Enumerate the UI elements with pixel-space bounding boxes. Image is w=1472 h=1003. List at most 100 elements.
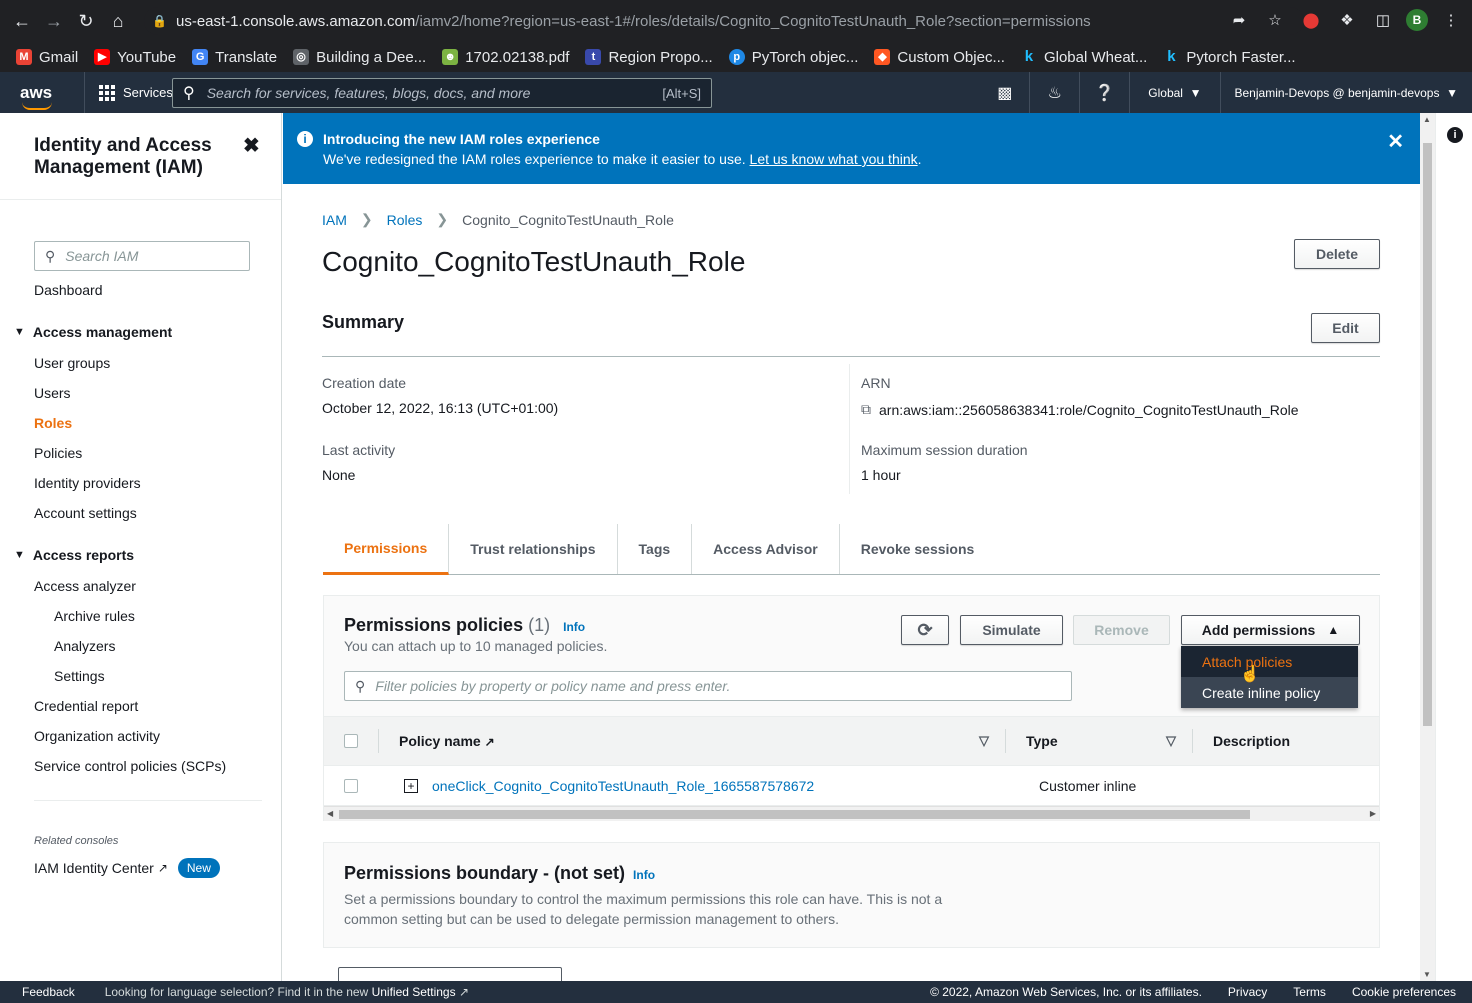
edit-button[interactable]: Edit — [1311, 313, 1380, 343]
close-icon[interactable]: ✖ — [243, 133, 260, 158]
account-menu[interactable]: Benjamin-Devops @ benjamin-devops ▼ — [1221, 86, 1459, 100]
search-iam-input[interactable]: ⚲ Search IAM — [34, 241, 250, 271]
tab-revoke-sessions[interactable]: Revoke sessions — [840, 524, 996, 574]
tab-access-advisor[interactable]: Access Advisor — [692, 524, 840, 574]
bookmark-pytorch-faster[interactable]: k Pytorch Faster... — [1163, 49, 1295, 66]
column-policy-name[interactable]: Policy name ↗ — [399, 733, 979, 749]
tab-trust-relationships[interactable]: Trust relationships — [449, 524, 618, 574]
help-icon[interactable]: ❔ — [1080, 72, 1131, 113]
arn-label: ARN — [861, 375, 891, 391]
policy-filter-input[interactable]: ⚲ Filter policies by property or policy … — [344, 671, 1072, 701]
horizontal-scrollbar[interactable]: ◀ ▶ — [324, 806, 1379, 821]
sidebar-item-identity-providers[interactable]: Identity providers — [34, 475, 141, 491]
bell-icon[interactable]: ♨ — [1030, 72, 1081, 113]
sidebar-item-identity-center[interactable]: IAM Identity Center ↗ New — [34, 858, 220, 878]
sidebar-section-access-reports[interactable]: ▼ Access reports — [14, 547, 134, 563]
bookmark-pdf[interactable]: ☻ 1702.02138.pdf — [442, 49, 569, 66]
puzzle-icon[interactable]: ❖ — [1334, 7, 1360, 33]
sidebar-item-archive-rules[interactable]: Archive rules — [54, 608, 135, 624]
sidebar-item-policies[interactable]: Policies — [34, 445, 82, 461]
sidebar-item-roles[interactable]: Roles — [34, 415, 72, 431]
lock-icon: 🔒 — [152, 14, 167, 28]
info-icon[interactable]: i — [1447, 127, 1463, 143]
extension-red-icon[interactable]: ⬤ — [1298, 7, 1324, 33]
menu-item-attach-policies[interactable]: Attach policies — [1181, 646, 1358, 677]
bookmark-global-wheat[interactable]: k Global Wheat... — [1021, 49, 1148, 66]
share-icon[interactable]: ➦ — [1226, 7, 1252, 33]
simulate-button[interactable]: Simulate — [960, 615, 1063, 645]
home-icon[interactable]: ⌂ — [102, 5, 134, 37]
forward-arrow-icon[interactable]: → — [38, 5, 70, 37]
chevron-right-icon: ❯ — [360, 211, 373, 227]
column-description[interactable]: Description — [1213, 733, 1290, 749]
language-notice: Looking for language selection? Find it … — [104, 985, 470, 999]
tab-tags[interactable]: Tags — [618, 524, 693, 574]
menu-item-create-inline-policy[interactable]: Create inline policy — [1181, 677, 1358, 708]
reload-icon[interactable]: ↻ — [70, 5, 102, 37]
sidebar-item-organization-activity[interactable]: Organization activity — [34, 728, 160, 744]
sidebar-item-access-analyzer[interactable]: Access analyzer — [34, 578, 136, 594]
region-selector[interactable]: Global ▼ — [1130, 72, 1221, 113]
select-all-checkbox[interactable] — [344, 734, 358, 748]
sidebar-section-access-management[interactable]: ▼ Access management — [14, 324, 172, 340]
scrollbar-thumb[interactable] — [339, 810, 1250, 819]
tab-permissions[interactable]: Permissions — [323, 524, 450, 575]
close-icon[interactable]: ✕ — [1387, 129, 1404, 154]
privacy-link[interactable]: Privacy — [1228, 985, 1267, 999]
feedback-link[interactable]: Let us know what you think — [750, 151, 918, 167]
sidebar-item-credential-report[interactable]: Credential report — [34, 698, 138, 714]
scroll-left-icon[interactable]: ◀ — [327, 809, 333, 818]
sidebar-item-analyzers[interactable]: Analyzers — [54, 638, 115, 654]
refresh-button[interactable]: ⟳ — [901, 615, 949, 645]
side-panel-icon[interactable]: ◫ — [1370, 7, 1396, 33]
scroll-right-icon[interactable]: ▶ — [1370, 809, 1376, 818]
bookmark-translate[interactable]: G Translate — [192, 49, 277, 66]
scroll-up-icon[interactable]: ▲ — [1423, 115, 1431, 124]
bookmark-custom-obj[interactable]: ◆ Custom Objec... — [874, 49, 1005, 66]
sort-caret-icon[interactable]: ▽ — [979, 733, 989, 749]
sidebar-item-account-settings[interactable]: Account settings — [34, 505, 137, 521]
sort-caret-icon[interactable]: ▽ — [1166, 733, 1176, 749]
profile-avatar[interactable]: B — [1406, 9, 1428, 31]
star-icon[interactable]: ☆ — [1262, 7, 1288, 33]
sidebar-item-users[interactable]: Users — [34, 385, 71, 401]
expand-icon[interactable]: + — [404, 778, 418, 793]
row-checkbox[interactable] — [344, 778, 358, 793]
bookmark-building[interactable]: ◎ Building a Dee... — [293, 49, 426, 66]
sidebar-item-dashboard[interactable]: Dashboard — [34, 282, 103, 298]
bookmark-gmail[interactable]: M Gmail — [16, 49, 78, 66]
back-arrow-icon[interactable]: ← — [6, 5, 38, 37]
set-permissions-boundary-button[interactable] — [338, 967, 562, 981]
info-link[interactable]: Info — [633, 868, 655, 882]
delete-button[interactable]: Delete — [1294, 239, 1380, 269]
related-consoles-label: Related consoles — [34, 835, 119, 847]
address-bar[interactable]: 🔒 us-east-1.console.aws.amazon.com/iamv2… — [144, 7, 1304, 35]
vertical-scrollbar[interactable]: ▲ ▼ — [1420, 113, 1435, 981]
search-icon: ⚲ — [183, 85, 195, 102]
cloudshell-icon[interactable]: ▩ — [980, 72, 1031, 113]
sidebar-item-scps[interactable]: Service control policies (SCPs) — [34, 758, 226, 774]
add-permissions-button[interactable]: Add permissions ▲ — [1181, 615, 1360, 645]
bookmark-pytorch-obj[interactable]: p PyTorch objec... — [728, 49, 858, 66]
bookmark-youtube[interactable]: ▶ YouTube — [94, 49, 176, 66]
sidebar-item-user-groups[interactable]: User groups — [34, 355, 110, 371]
more-icon[interactable]: ⋮ — [1438, 7, 1464, 33]
cookie-preferences-link[interactable]: Cookie preferences — [1352, 985, 1456, 999]
terms-link[interactable]: Terms — [1293, 985, 1326, 999]
info-link[interactable]: Info — [563, 620, 585, 634]
scroll-down-icon[interactable]: ▼ — [1423, 970, 1431, 979]
breadcrumb-iam[interactable]: IAM — [322, 212, 347, 228]
copy-icon[interactable]: ⧉ — [861, 401, 871, 418]
column-type[interactable]: Type — [1026, 733, 1166, 749]
feedback-link[interactable]: Feedback — [22, 985, 75, 999]
policy-name-link[interactable]: oneClick_Cognito_CognitoTestUnauth_Role_… — [432, 778, 1039, 794]
max-session-label: Maximum session duration — [861, 442, 1028, 458]
unified-settings-link[interactable]: Unified Settings — [372, 985, 456, 999]
services-menu[interactable]: Services — [84, 72, 173, 113]
sidebar-item-settings[interactable]: Settings — [54, 668, 105, 684]
aws-search-input[interactable]: ⚲ Search for services, features, blogs, … — [172, 78, 712, 108]
bookmark-region[interactable]: t Region Propo... — [585, 49, 713, 66]
breadcrumb-roles[interactable]: Roles — [387, 212, 423, 228]
scrollbar-thumb[interactable] — [1423, 143, 1432, 726]
aws-logo[interactable]: aws — [20, 83, 66, 110]
